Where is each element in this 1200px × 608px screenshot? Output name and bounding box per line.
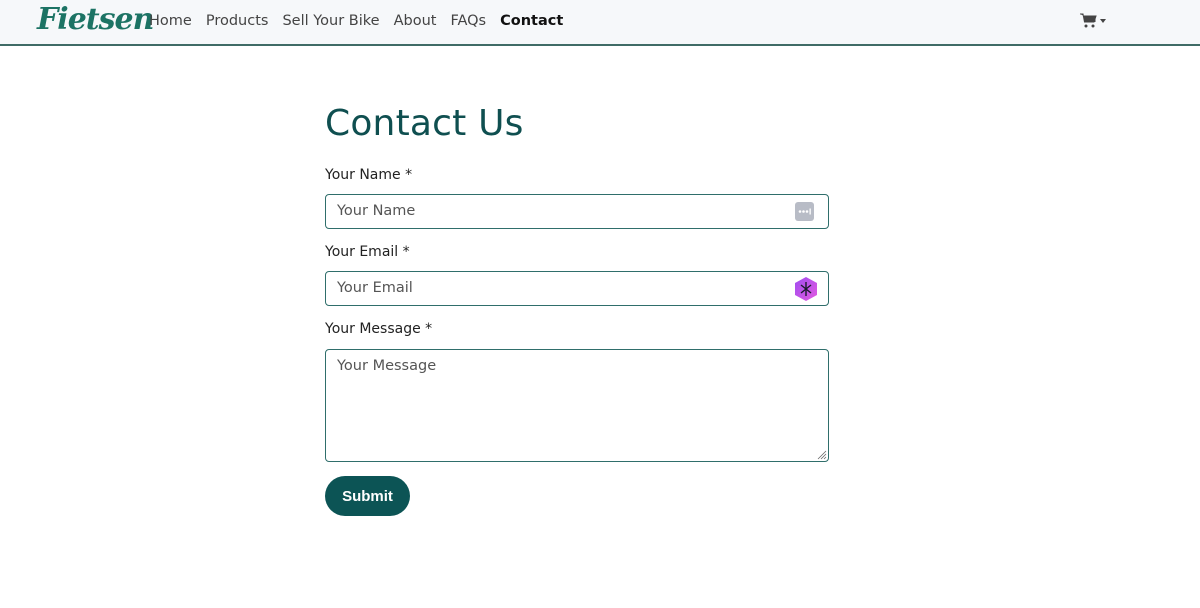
- nav-link-products[interactable]: Products: [206, 13, 269, 29]
- site-logo[interactable]: Fietsen: [37, 2, 154, 37]
- message-placeholder: Your Message: [337, 358, 437, 374]
- nav-link-about[interactable]: About: [394, 13, 437, 29]
- nav-link-home[interactable]: Home: [149, 13, 192, 29]
- nav-links: Home Products Sell Your Bike About FAQs …: [149, 13, 577, 29]
- resize-handle-icon[interactable]: [817, 450, 827, 460]
- password-manager-icon[interactable]: [795, 202, 814, 221]
- shopping-cart-icon: [1080, 13, 1097, 28]
- email-label: Your Email *: [325, 244, 410, 260]
- page-title: Contact Us: [325, 103, 524, 144]
- name-placeholder: Your Name: [337, 203, 416, 219]
- nav-link-contact[interactable]: Contact: [500, 13, 563, 29]
- name-input[interactable]: Your Name: [325, 194, 829, 229]
- message-label: Your Message *: [325, 321, 433, 337]
- message-textarea[interactable]: Your Message: [325, 349, 829, 462]
- email-placeholder: Your Email: [337, 280, 413, 296]
- nav-link-faqs[interactable]: FAQs: [450, 13, 486, 29]
- submit-button[interactable]: Submit: [325, 476, 410, 516]
- navbar: Fietsen Home Products Sell Your Bike Abo…: [0, 0, 1200, 46]
- email-input[interactable]: Your Email: [325, 271, 829, 306]
- extension-hexagon-icon[interactable]: [795, 277, 817, 301]
- nav-link-sell-your-bike[interactable]: Sell Your Bike: [282, 13, 379, 29]
- contact-form: Contact Us Your Name * Your Name Your Em…: [325, 100, 829, 516]
- cart-dropdown[interactable]: [1080, 13, 1106, 28]
- chevron-down-icon: [1100, 19, 1106, 23]
- name-label: Your Name *: [325, 167, 413, 183]
